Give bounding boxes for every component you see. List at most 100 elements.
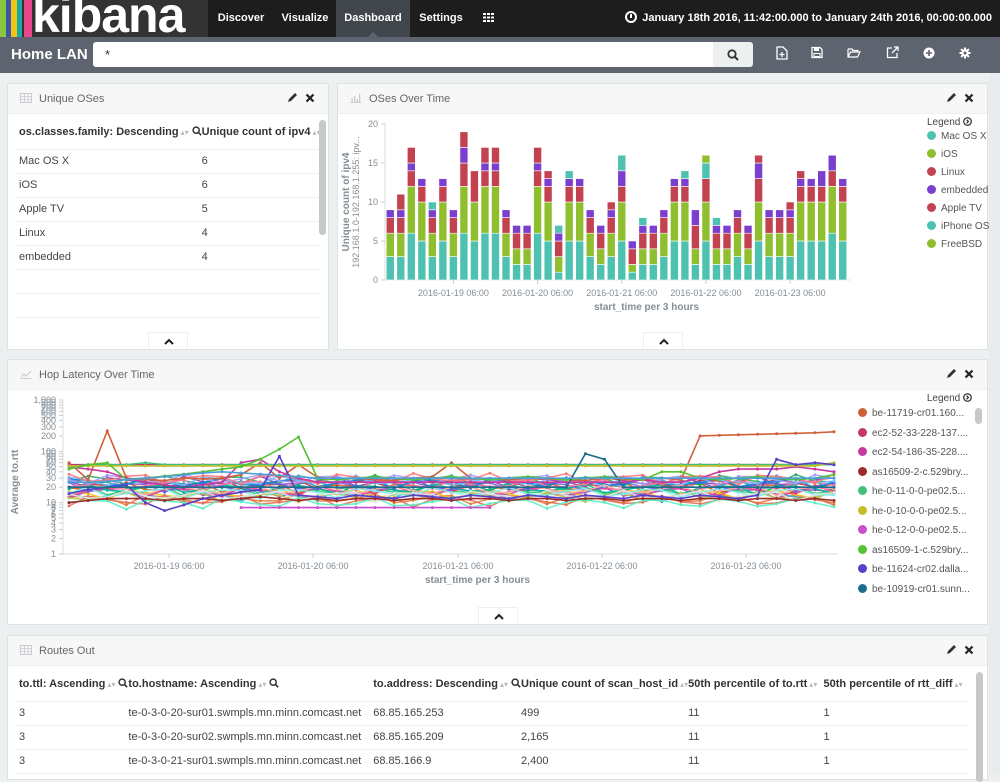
legend-item[interactable]: ec2-54-186-35-228.... [858,443,986,463]
search-icon[interactable] [269,678,280,688]
bar-segment [827,232,837,281]
search-icon[interactable] [118,678,129,688]
column-header[interactable]: Unique count of scan_host_id ▴▾ [521,667,689,702]
open-dashboard-button[interactable] [847,46,863,64]
bar-segment [806,240,816,281]
legend-item[interactable]: as16509-1-c.529bry... [858,541,986,561]
series-point [756,502,759,506]
column-header-os-family[interactable]: os.classes.family: Descending ▴▾ [16,115,202,150]
edit-pencil-icon[interactable] [945,644,957,656]
table-cell[interactable]: te-0-3-0-20-sur02.swmpls.mn.minn.comcast… [128,725,374,750]
table-cell[interactable]: 68.85.165.209 [373,725,521,750]
edit-pencil-icon[interactable] [945,368,957,380]
close-icon[interactable] [963,368,975,380]
table-scrollbar[interactable] [976,672,983,782]
column-header[interactable]: to.ttl: Ascending ▴▾ [16,667,129,702]
series-point [717,433,721,437]
page-scrollbar-track[interactable] [989,73,1000,775]
series-point [507,476,511,480]
sort-icon[interactable]: ▴▾ [500,680,508,689]
bar-segment [470,170,479,203]
column-header[interactable]: 50th percentile of rtt_diff ▴▾ [823,667,968,702]
query-input[interactable] [93,42,713,67]
nav-visualize[interactable]: Visualize [274,0,336,37]
table-row: 3 te-0-3-0-21-sur01.swmpls.mn.minn.comcas… [16,749,968,774]
search-icon[interactable] [192,126,202,136]
legend-scrollbar[interactable] [975,408,982,424]
save-dashboard-button[interactable] [811,46,827,64]
legend-toggle[interactable]: Legend [927,117,987,128]
add-panel-button[interactable] [923,46,939,64]
apps-grid-button[interactable] [472,0,504,37]
legend-item[interactable]: he-0-10-0-1-pe02.5... [858,599,986,600]
sort-icon[interactable]: ▴▾ [181,128,189,137]
table-cell[interactable]: 3 [16,749,129,774]
column-header[interactable]: to.address: Descending ▴▾ [373,667,521,702]
sort-icon[interactable]: ▴▾ [954,680,962,689]
table-cell[interactable]: 3 [16,725,129,750]
edit-pencil-icon[interactable] [945,92,957,104]
column-header[interactable]: to.hostname: Ascending ▴▾ [128,667,374,702]
series-point [144,461,147,465]
bar-segment [438,240,448,281]
table-cell[interactable]: te-0-3-0-21-sur01.swmpls.mn.minn.comcast… [128,749,374,774]
table-cell[interactable]: 68.85.166.9 [373,749,521,774]
collapse-button[interactable] [643,332,683,349]
collapse-button[interactable] [478,607,518,624]
legend-item[interactable]: he-0-12-0-0-pe02.5... [858,521,986,541]
series-point [182,485,186,489]
y-axis-subtitle: 192.168.1.0-192.168.1.255: ipv... [351,136,361,267]
kibana-logo[interactable]: kibana [0,0,208,37]
nav-settings[interactable]: Settings [410,0,472,37]
sort-icon[interactable]: ▴▾ [680,680,688,689]
collapse-button[interactable] [148,332,188,349]
table-cell: 2,165 [521,725,689,750]
table-cell[interactable]: te-0-3-0-20-sur01.swmpls.mn.minn.comcast… [128,701,374,726]
cell-os-family[interactable]: Linux [16,221,202,246]
search-icon[interactable] [511,678,521,688]
legend-item[interactable]: be-11624-cr02.dalla... [858,560,986,580]
cell-os-family[interactable]: iOS [16,173,202,198]
sort-icon[interactable]: ▴▾ [258,680,266,689]
options-button[interactable] [959,46,975,64]
legend-toggle[interactable]: Legend [856,393,986,404]
legend-item[interactable]: he-0-10-0-0-pe02.5... [858,502,986,522]
search-button[interactable] [713,42,753,67]
series-point [297,499,300,502]
legend-item[interactable]: iOS [927,146,987,164]
table-cell[interactable]: 68.85.165.253 [373,701,521,726]
sort-icon[interactable]: ▴▾ [107,680,115,689]
time-picker[interactable]: January 18th 2016, 11:42:00.000 to Janua… [625,0,992,37]
table-cell[interactable]: 3 [16,701,129,726]
legend-item[interactable]: Apple TV [927,200,987,218]
new-dashboard-button[interactable] [776,46,792,64]
legend-item[interactable]: be-10919-cr01.sunn... [858,580,986,600]
series-point [373,464,377,468]
legend-item[interactable]: Mac OS X [927,128,987,146]
cell-os-family[interactable]: Apple TV [16,197,202,222]
nav-discover[interactable]: Discover [208,0,274,37]
legend-item[interactable]: as16509-2-c.529bry... [858,463,986,483]
cell-os-family[interactable]: embedded [16,245,202,270]
legend-item[interactable]: he-0-11-0-0-pe02.5... [858,482,986,502]
legend-item[interactable]: be-11719-cr01.160... [858,404,986,424]
share-dashboard-button[interactable] [886,46,902,64]
legend-item[interactable]: iPhone OS [927,218,989,236]
legend-item[interactable]: Linux [927,164,987,182]
table-scrollbar[interactable] [319,120,326,235]
column-header[interactable]: 50th percentile of to.rtt ▴▾ [688,667,824,702]
cell-os-family[interactable]: Mac OS X [16,149,202,174]
legend-item[interactable]: ec2-52-33-228-137.... [858,424,986,444]
close-icon[interactable] [304,92,316,104]
series-point [450,491,453,494]
close-icon[interactable] [963,92,975,104]
close-icon[interactable] [963,644,975,656]
legend-item[interactable]: FreeBSD [927,236,987,254]
edit-pencil-icon[interactable] [286,92,298,104]
column-header-unique-count[interactable]: Unique count of ipv4 ▴▾ [201,115,321,150]
nav-dashboard[interactable]: Dashboard [336,0,410,37]
legend-item[interactable]: embedded [927,182,988,200]
sort-icon[interactable]: ▴▾ [809,680,817,689]
series-point [564,489,568,493]
series-point [124,478,128,482]
